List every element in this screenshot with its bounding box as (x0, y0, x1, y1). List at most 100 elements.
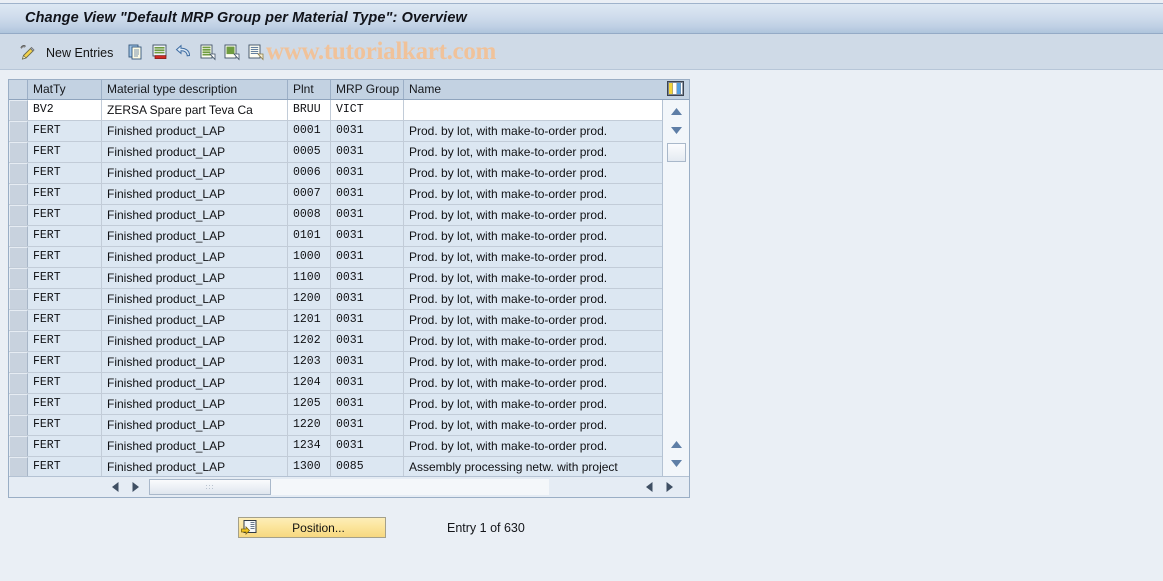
table-row[interactable]: FERT Finished product_LAP 1200 0031 Prod. by… (9, 289, 662, 310)
cell-name[interactable]: Prod. by lot, with make-to-order prod. (404, 394, 662, 414)
table-row[interactable]: FERT Finished product_LAP 0101 0031 Prod. by… (9, 226, 662, 247)
cell-material-type-description[interactable]: Finished product_LAP (102, 373, 288, 393)
cell-mrp-group[interactable]: VICT (331, 100, 404, 120)
row-select-button[interactable] (9, 331, 28, 351)
cell-mrp-group[interactable]: 0031 (331, 268, 404, 288)
cell-mrp-group[interactable]: 0031 (331, 436, 404, 456)
table-row[interactable]: FERT Finished product_LAP 1220 0031 Prod. by… (9, 415, 662, 436)
cell-name[interactable]: Prod. by lot, with make-to-order prod. (404, 352, 662, 372)
cell-mrp-group[interactable]: 0031 (331, 163, 404, 183)
cell-name[interactable]: Prod. by lot, with make-to-order prod. (404, 289, 662, 309)
cell-material-type-description[interactable]: Finished product_LAP (102, 247, 288, 267)
copy-as-button[interactable] (124, 41, 148, 65)
table-row[interactable]: FERT Finished product_LAP 1000 0031 Prod. by… (9, 247, 662, 268)
row-select-button[interactable] (9, 415, 28, 435)
cell-plnt[interactable]: 0101 (288, 226, 331, 246)
column-header-mrp-group[interactable]: MRP Group (331, 80, 404, 99)
cell-name[interactable]: Prod. by lot, with make-to-order prod. (404, 163, 662, 183)
scroll-up-icon[interactable] (666, 103, 686, 120)
row-select-button[interactable] (9, 373, 28, 393)
row-select-button[interactable] (9, 310, 28, 330)
cell-plnt[interactable]: 1000 (288, 247, 331, 267)
cell-name[interactable]: Prod. by lot, with make-to-order prod. (404, 121, 662, 141)
table-row[interactable]: FERT Finished product_LAP 0001 0031 Prod. by… (9, 121, 662, 142)
row-select-button[interactable] (9, 163, 28, 183)
cell-matty[interactable]: FERT (28, 205, 102, 225)
cell-mrp-group[interactable]: 0085 (331, 457, 404, 476)
select-all-button[interactable] (196, 41, 220, 65)
cell-material-type-description[interactable]: Finished product_LAP (102, 415, 288, 435)
change-display-pencil-button[interactable] (14, 41, 40, 65)
table-row[interactable]: FERT Finished product_LAP 1100 0031 Prod. by… (9, 268, 662, 289)
cell-name[interactable]: Prod. by lot, with make-to-order prod. (404, 268, 662, 288)
scroll-down-icon[interactable] (666, 122, 686, 139)
cell-name[interactable] (404, 100, 662, 120)
table-row[interactable]: FERT Finished product_LAP 0006 0031 Prod. by… (9, 163, 662, 184)
cell-name[interactable]: Prod. by lot, with make-to-order prod. (404, 226, 662, 246)
cell-name[interactable]: Assembly processing netw. with project (404, 457, 662, 476)
table-row[interactable]: BV2 ZERSA Spare part Teva Ca BRUU VICT (9, 100, 662, 121)
cell-material-type-description[interactable]: Finished product_LAP (102, 226, 288, 246)
cell-matty[interactable]: FERT (28, 142, 102, 162)
row-select-button[interactable] (9, 247, 28, 267)
cell-plnt[interactable]: BRUU (288, 100, 331, 120)
position-button[interactable]: Position... (238, 517, 386, 538)
horizontal-scrollbar[interactable]: ::: (9, 476, 689, 497)
cell-plnt[interactable]: 1220 (288, 415, 331, 435)
cell-mrp-group[interactable]: 0031 (331, 289, 404, 309)
cell-material-type-description[interactable]: Finished product_LAP (102, 331, 288, 351)
table-row[interactable]: FERT Finished product_LAP 0007 0031 Prod. by… (9, 184, 662, 205)
cell-plnt[interactable]: 1204 (288, 373, 331, 393)
table-row[interactable]: FERT Finished product_LAP 0008 0031 Prod. by… (9, 205, 662, 226)
cell-mrp-group[interactable]: 0031 (331, 226, 404, 246)
table-row[interactable]: FERT Finished product_LAP 1300 0085 Assembly… (9, 457, 662, 476)
cell-name[interactable]: Prod. by lot, with make-to-order prod. (404, 331, 662, 351)
table-row[interactable]: FERT Finished product_LAP 1203 0031 Prod. by… (9, 352, 662, 373)
cell-mrp-group[interactable]: 0031 (331, 310, 404, 330)
cell-plnt[interactable]: 0001 (288, 121, 331, 141)
cell-plnt[interactable]: 0007 (288, 184, 331, 204)
scroll-page-up-icon[interactable] (666, 436, 686, 453)
cell-matty[interactable]: FERT (28, 436, 102, 456)
column-header-matty[interactable]: MatTy (28, 80, 102, 99)
cell-name[interactable]: Prod. by lot, with make-to-order prod. (404, 373, 662, 393)
cell-plnt[interactable]: 1234 (288, 436, 331, 456)
cell-matty[interactable]: FERT (28, 331, 102, 351)
row-select-button[interactable] (9, 205, 28, 225)
new-entries-button[interactable]: New Entries (44, 41, 124, 65)
cell-material-type-description[interactable]: Finished product_LAP (102, 436, 288, 456)
cell-matty[interactable]: BV2 (28, 100, 102, 120)
row-select-button[interactable] (9, 184, 28, 204)
cell-matty[interactable]: FERT (28, 289, 102, 309)
row-select-button[interactable] (9, 289, 28, 309)
row-select-button[interactable] (9, 436, 28, 456)
cell-material-type-description[interactable]: Finished product_LAP (102, 310, 288, 330)
cell-matty[interactable]: FERT (28, 163, 102, 183)
cell-mrp-group[interactable]: 0031 (331, 352, 404, 372)
row-select-button[interactable] (9, 268, 28, 288)
horizontal-scrollbar-thumb[interactable]: ::: (149, 479, 271, 495)
scroll-column-left-icon[interactable] (641, 479, 658, 495)
cell-matty[interactable]: FERT (28, 121, 102, 141)
column-header-name[interactable]: Name (404, 80, 662, 99)
cell-mrp-group[interactable]: 0031 (331, 373, 404, 393)
row-select-button[interactable] (9, 121, 28, 141)
cell-mrp-group[interactable]: 0031 (331, 331, 404, 351)
row-select-button[interactable] (9, 394, 28, 414)
cell-plnt[interactable]: 1201 (288, 310, 331, 330)
cell-name[interactable]: Prod. by lot, with make-to-order prod. (404, 205, 662, 225)
cell-material-type-description[interactable]: Finished product_LAP (102, 163, 288, 183)
scroll-left-icon[interactable] (107, 479, 124, 495)
table-row[interactable]: FERT Finished product_LAP 1205 0031 Prod. by… (9, 394, 662, 415)
cell-mrp-group[interactable]: 0031 (331, 184, 404, 204)
table-settings-button[interactable] (662, 80, 689, 99)
cell-matty[interactable]: FERT (28, 457, 102, 476)
cell-plnt[interactable]: 0008 (288, 205, 331, 225)
cell-plnt[interactable]: 1300 (288, 457, 331, 476)
cell-mrp-group[interactable]: 0031 (331, 142, 404, 162)
cell-material-type-description[interactable]: Finished product_LAP (102, 184, 288, 204)
row-select-button[interactable] (9, 226, 28, 246)
deselect-all-button[interactable] (244, 41, 268, 65)
cell-matty[interactable]: FERT (28, 415, 102, 435)
row-select-button[interactable] (9, 457, 28, 476)
